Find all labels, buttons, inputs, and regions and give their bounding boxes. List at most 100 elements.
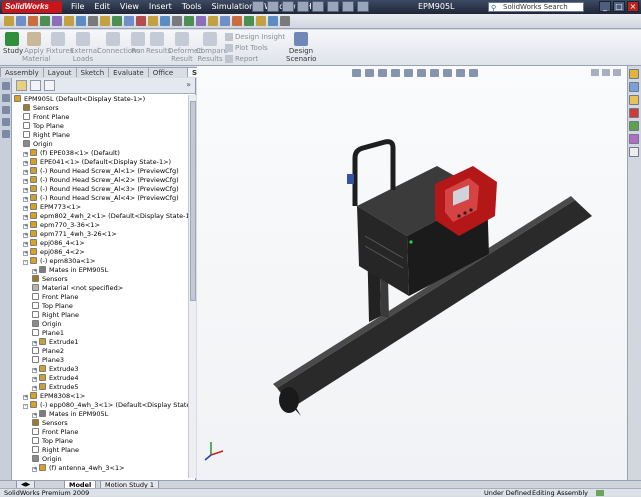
print-icon[interactable]: [297, 1, 309, 12]
design-library-icon[interactable]: [629, 82, 639, 92]
toolbar-tool-icon[interactable]: [100, 16, 110, 26]
undo-icon[interactable]: [312, 1, 324, 12]
scrollbar-thumb[interactable]: [190, 101, 196, 301]
toolbar-tool-icon[interactable]: [64, 16, 74, 26]
tree-node[interactable]: + epm770_3-36<1>: [23, 221, 100, 230]
menu-item-insert[interactable]: Insert: [144, 0, 177, 14]
tree-node[interactable]: Front Plane: [23, 113, 69, 122]
toolbar-tool-icon[interactable]: [268, 16, 278, 26]
design-insight-button[interactable]: Design Insight: [225, 33, 285, 42]
toolbar-icon[interactable]: [2, 130, 10, 138]
expand-icon[interactable]: +: [23, 197, 28, 202]
tree-node[interactable]: + epj086_4<1>: [23, 239, 85, 248]
toolbar-tool-icon[interactable]: [112, 16, 122, 26]
tree-node[interactable]: + EPM773<1>: [23, 203, 81, 212]
menu-item-tools[interactable]: Tools: [177, 0, 207, 14]
tree-node[interactable]: + Extrude4: [32, 374, 79, 383]
minimize-icon[interactable]: _: [599, 1, 611, 12]
tree-node[interactable]: + Extrude5: [32, 383, 79, 392]
expand-icon[interactable]: +: [23, 179, 28, 184]
model-view[interactable]: [197, 66, 627, 484]
collapse-icon[interactable]: -: [23, 404, 28, 409]
tree-node[interactable]: Origin: [32, 320, 62, 329]
graphics-area[interactable]: [197, 66, 627, 484]
expand-icon[interactable]: +: [32, 467, 37, 472]
toolbar-tool-icon[interactable]: [148, 16, 158, 26]
toolbar-icon[interactable]: [2, 82, 10, 90]
toolbar-tool-icon[interactable]: [28, 16, 38, 26]
tree-node[interactable]: Plane1: [32, 329, 64, 338]
tree-node[interactable]: Right Plane: [32, 311, 79, 320]
toolbar-tool-icon[interactable]: [208, 16, 218, 26]
tab-office-products[interactable]: Office Products: [147, 67, 188, 87]
tab-layout[interactable]: Layout: [42, 67, 77, 77]
study-button[interactable]: Study: [3, 32, 23, 55]
toolbar-tool-icon[interactable]: [280, 16, 290, 26]
close-icon[interactable]: ×: [627, 1, 639, 12]
tree-node[interactable]: Front Plane: [32, 428, 78, 437]
toolbar-tool-icon[interactable]: [16, 16, 26, 26]
tree-node[interactable]: Top Plane: [23, 122, 64, 131]
tree-node[interactable]: + (f) EPE038<1> (Default): [23, 149, 120, 158]
search-results-icon[interactable]: [629, 108, 639, 118]
expand-icon[interactable]: +: [23, 152, 28, 157]
connections-button[interactable]: Connections: [97, 32, 140, 55]
collapse-icon[interactable]: -: [23, 260, 28, 265]
tree-node[interactable]: + (-) Round Head Screw_Al<3> (PreviewCfg): [23, 185, 179, 194]
design-scenario-button[interactable]: Design Scenario: [286, 32, 316, 63]
restore-icon[interactable]: □: [613, 1, 625, 12]
expand-icon[interactable]: +: [23, 224, 28, 229]
toolbar-tool-icon[interactable]: [76, 16, 86, 26]
solidworks-logo[interactable]: SolidWorks: [2, 1, 62, 13]
rebuild-icon[interactable]: [342, 1, 354, 12]
tree-scrollbar[interactable]: [188, 95, 196, 478]
tree-node[interactable]: - (-) epp080_4wh_3<1> (Default<Display St…: [23, 401, 188, 410]
tree-node[interactable]: Sensors: [23, 104, 59, 113]
expand-icon[interactable]: +: [32, 341, 37, 346]
toolbar-tool-icon[interactable]: [40, 16, 50, 26]
toolbar-tool-icon[interactable]: [184, 16, 194, 26]
external-loads-button[interactable]: External Loads: [70, 32, 99, 63]
tree-node[interactable]: + Mates in EPM905L: [32, 266, 108, 275]
tree-node[interactable]: + Mates in EPM905L: [32, 410, 108, 419]
tree-node[interactable]: + EPM8308<1>: [23, 392, 85, 401]
fixtures-button[interactable]: Fixtures: [46, 32, 73, 55]
toolbar-tool-icon[interactable]: [220, 16, 230, 26]
expand-icon[interactable]: +: [32, 377, 37, 382]
tree-node[interactable]: + (-) Round Head Screw_Al<1> (PreviewCfg): [23, 167, 179, 176]
expand-icon[interactable]: +: [32, 368, 37, 373]
menu-item-view[interactable]: View: [115, 0, 144, 14]
expand-icon[interactable]: +: [23, 251, 28, 256]
expand-icon[interactable]: +: [23, 395, 28, 400]
expand-icon[interactable]: +: [23, 215, 28, 220]
tree-node[interactable]: Origin: [32, 455, 62, 464]
tree-node[interactable]: Top Plane: [32, 437, 73, 446]
expand-icon[interactable]: +: [23, 206, 28, 211]
deformed-result-button[interactable]: Deformed Result: [168, 32, 203, 63]
new-document-icon[interactable]: [252, 1, 264, 12]
toolbar-tool-icon[interactable]: [196, 16, 206, 26]
tree-node[interactable]: + Extrude1: [32, 338, 79, 347]
report-button[interactable]: Report: [225, 55, 258, 64]
solidworks-resources-icon[interactable]: [629, 69, 639, 79]
toolbar-tool-icon[interactable]: [124, 16, 134, 26]
tree-node[interactable]: + epm771_4wh_3-26<1>: [23, 230, 117, 239]
plot-tools-button[interactable]: Plot Tools: [225, 44, 268, 53]
tree-node[interactable]: + epm802_4wh_2<1> (Default<Display State-…: [23, 212, 188, 221]
featuremanager-tab-icon[interactable]: [16, 80, 27, 91]
tree-node[interactable]: EPM905L (Default<Display State-1>): [14, 95, 145, 104]
toolbar-tool-icon[interactable]: [256, 16, 266, 26]
propertymanager-tab-icon[interactable]: [30, 80, 41, 91]
tree-node[interactable]: + (-) Round Head Screw_Al<4> (PreviewCfg): [23, 194, 179, 203]
toolbar-tool-icon[interactable]: [4, 16, 14, 26]
appearances-icon[interactable]: [629, 134, 639, 144]
toolbar-tool-icon[interactable]: [232, 16, 242, 26]
tree-node[interactable]: + EPE041<1> (Default<Display State-1>): [23, 158, 171, 167]
tree-node[interactable]: Plane2: [32, 347, 64, 356]
tree-node[interactable]: Sensors: [32, 419, 68, 428]
apply-material-button[interactable]: Apply Material: [22, 32, 50, 63]
results-button[interactable]: Results: [146, 32, 171, 55]
tree-node[interactable]: Right Plane: [32, 446, 79, 455]
tree-node[interactable]: Material <not specified>: [32, 284, 123, 293]
expand-panel-icon[interactable]: »: [186, 80, 191, 89]
